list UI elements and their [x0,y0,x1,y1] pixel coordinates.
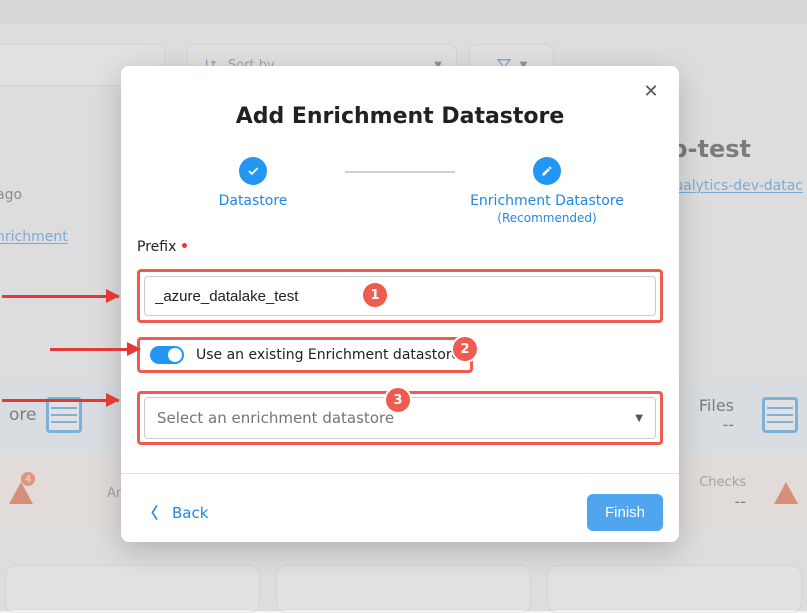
step-enrichment-datastore[interactable]: Enrichment Datastore (Recommended) [455,157,639,225]
callout-badge-2: 2 [453,337,477,361]
prefix-input[interactable] [144,276,656,316]
modal-footer: 〈 Back Finish [121,473,679,549]
callout-arrow-3 [2,399,119,402]
toggle-label: Use an existing Enrichment datastore [196,347,460,363]
chevron-left-icon: 〈 [143,502,158,523]
existing-enrichment-toggle[interactable] [150,346,184,364]
edit-icon [533,157,561,185]
prefix-input-wrapper [137,269,663,323]
step-datastore[interactable]: Datastore [161,157,345,209]
back-label: Back [172,504,208,522]
check-icon [239,157,267,185]
prefix-label: Prefix [137,239,663,255]
stepper-line [345,171,455,173]
modal-body: Prefix Use an existing Enrichment datast… [121,225,679,445]
step-sublabel: (Recommended) [497,211,596,225]
callout-arrow-2 [50,348,140,351]
required-indicator [182,243,187,248]
prefix-label-text: Prefix [137,239,176,255]
back-button[interactable]: 〈 Back [137,498,214,527]
select-placeholder: Select an enrichment datastore [157,409,394,427]
step-label: Enrichment Datastore [470,193,624,209]
add-enrichment-modal: ✕ Add Enrichment Datastore Datastore Enr… [121,66,679,542]
callout-badge-1: 1 [363,283,387,307]
caret-down-icon: ▼ [635,413,643,424]
close-icon[interactable]: ✕ [639,80,663,104]
step-label: Datastore [219,193,288,209]
callout-arrow-1 [2,295,119,298]
toggle-wrapper: Use an existing Enrichment datastore [137,337,473,373]
wizard-stepper: Datastore Enrichment Datastore (Recommen… [121,157,679,225]
callout-badge-3: 3 [386,388,410,412]
modal-title: Add Enrichment Datastore [121,104,679,129]
finish-button[interactable]: Finish [587,494,663,531]
